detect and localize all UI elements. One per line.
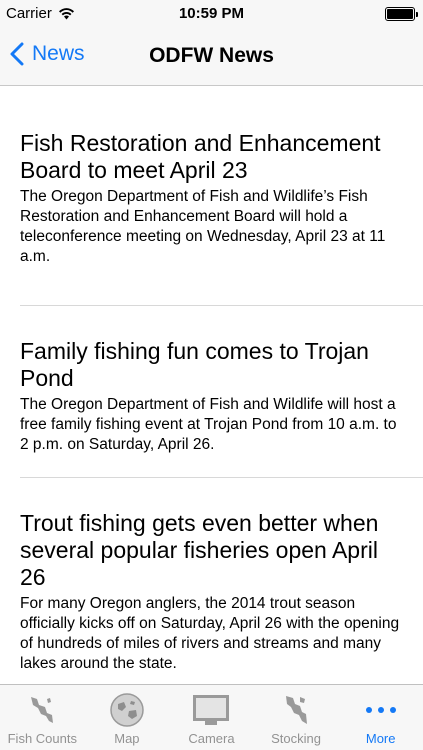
news-list[interactable]: Fish Restoration and Enhancement Board t… [0,87,423,684]
tab-fish-counts[interactable]: Fish Counts [0,685,85,750]
status-time: 10:59 PM [178,5,245,22]
tab-label: Camera [188,731,235,746]
globe-icon [110,693,144,727]
news-item-title: Trout fishing gets even better when seve… [20,510,379,590]
tab-camera[interactable]: Camera [169,685,254,750]
battery-icon [385,7,418,21]
tab-more[interactable]: More [338,685,423,750]
news-item[interactable]: Fish Restoration and Enhancement Board t… [20,87,423,306]
tab-stocking[interactable]: Stocking [254,685,339,750]
status-bar: Carrier 10:59 PM [0,0,423,28]
news-item-title: Fish Restoration and Enhancement Board t… [20,130,381,183]
news-item[interactable]: Trout fishing gets even better when seve… [20,478,423,674]
tab-label: Fish Counts [7,731,77,746]
tab-bar: Fish Counts Map Camera Stocking More [0,684,423,750]
river-map-icon [31,697,54,723]
news-item-summary: The Oregon Department of Fish and Wildli… [20,188,386,265]
navigation-bar: News ODFW News [0,28,423,86]
more-dots-icon [365,707,396,713]
tab-label: Stocking [271,731,322,746]
news-item-summary: The Oregon Department of Fish and Wildli… [20,396,397,453]
camera-monitor-icon [193,695,230,725]
stocking-map-icon [286,696,308,724]
news-item[interactable]: Family fishing fun comes to Trojan Pond … [20,306,423,478]
tab-map[interactable]: Map [85,685,170,750]
tab-label: More [365,731,396,746]
news-item-summary: For many Oregon anglers, the 2014 trout … [20,595,400,672]
page-title: ODFW News [149,44,274,67]
tab-label: Map [114,731,140,746]
news-item-title: Family fishing fun comes to Trojan Pond [20,338,369,391]
